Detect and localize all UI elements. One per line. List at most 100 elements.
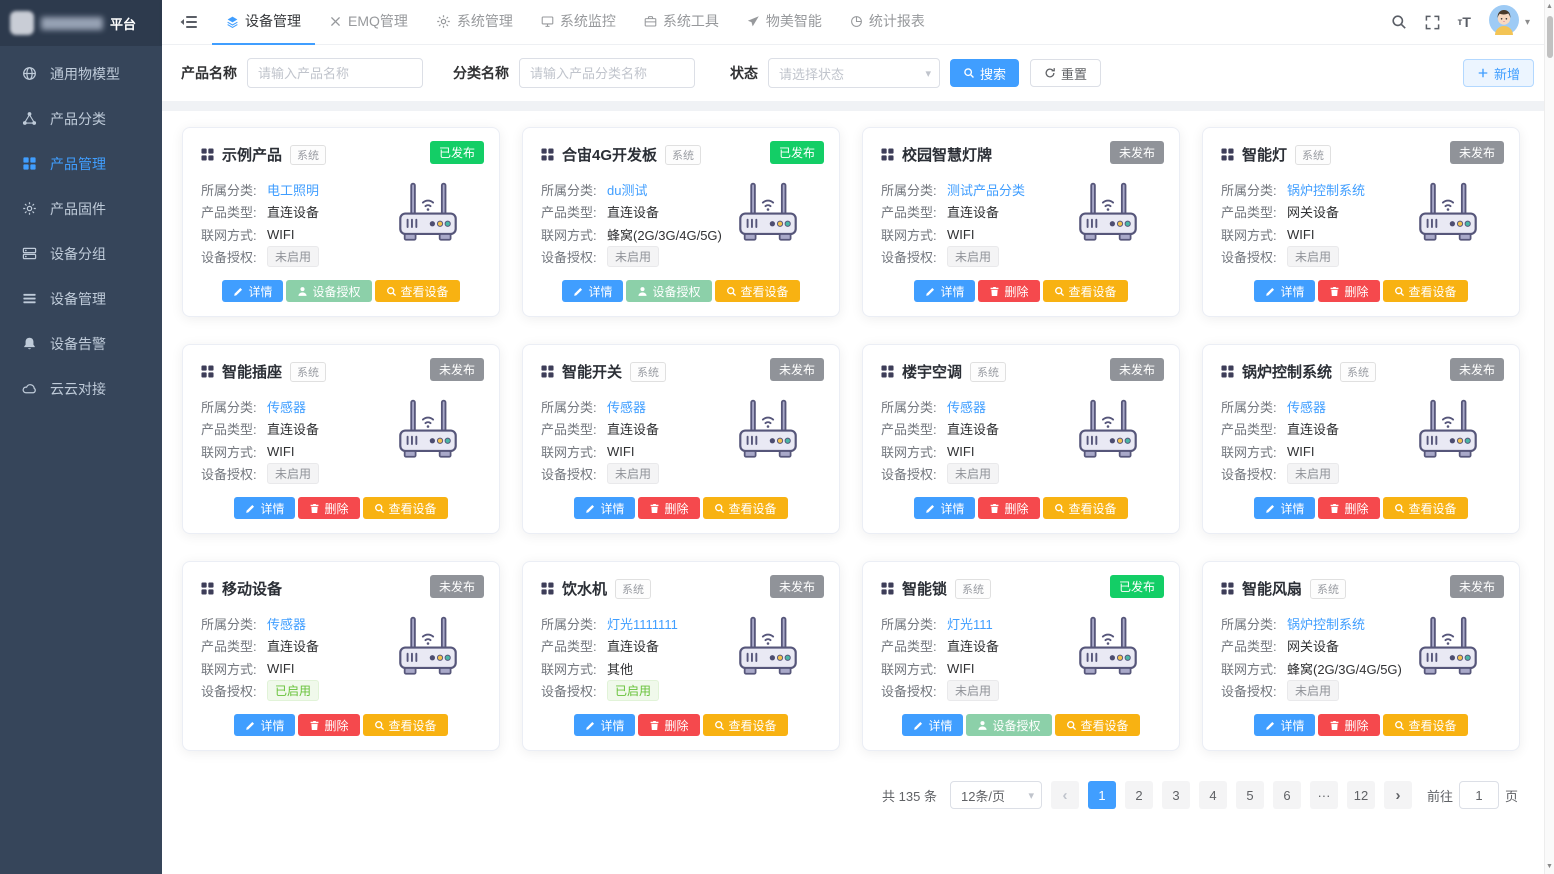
- page-button-1[interactable]: 1: [1088, 781, 1116, 809]
- view-devices-button[interactable]: 查看设备: [375, 280, 460, 302]
- tab-6[interactable]: 统计报表: [836, 0, 939, 45]
- view-devices-button[interactable]: 查看设备: [1043, 497, 1128, 519]
- detail-button[interactable]: 详情: [1254, 714, 1315, 736]
- search-button[interactable]: 搜索: [950, 59, 1019, 87]
- delete-button[interactable]: 删除: [638, 714, 699, 736]
- fullscreen-icon[interactable]: [1425, 15, 1440, 30]
- tab-0[interactable]: 设备管理: [212, 0, 315, 45]
- detail-button[interactable]: 详情: [234, 497, 295, 519]
- sidebar-item-3[interactable]: 产品固件: [0, 186, 162, 231]
- auth-tag: 未启用: [1287, 246, 1339, 267]
- detail-button[interactable]: 详情: [574, 714, 635, 736]
- window-scrollbar[interactable]: ▲ ▼: [1544, 0, 1554, 874]
- page-jump-input[interactable]: [1459, 781, 1499, 809]
- category-link[interactable]: 锅炉控制系统: [1287, 614, 1365, 633]
- device-auth-button[interactable]: 设备授权: [626, 280, 711, 302]
- category-link[interactable]: 灯光1111111: [607, 614, 678, 633]
- tab-3[interactable]: 系统监控: [527, 0, 630, 45]
- category-link[interactable]: 传感器: [947, 397, 986, 416]
- detail-button[interactable]: 详情: [234, 714, 295, 736]
- view-devices-button[interactable]: 查看设备: [703, 497, 788, 519]
- delete-button[interactable]: 删除: [638, 497, 699, 519]
- page-button-5[interactable]: 5: [1236, 781, 1264, 809]
- collapse-sidebar-icon[interactable]: [162, 14, 212, 30]
- prev-page-button[interactable]: ‹: [1051, 781, 1079, 809]
- scrollbar-thumb[interactable]: [1547, 16, 1553, 58]
- category-name-input[interactable]: [519, 58, 695, 88]
- device-auth-button[interactable]: 设备授权: [966, 714, 1051, 736]
- sidebar-item-6[interactable]: 设备告警: [0, 321, 162, 366]
- product-card: 移动设备 未发布 所属分类:传感器 产品类型:直连设备 联网方式:WIFI 设备…: [182, 561, 500, 751]
- sidebar-item-5[interactable]: 设备管理: [0, 276, 162, 321]
- category-label: 所属分类:: [541, 180, 607, 199]
- detail-button[interactable]: 详情: [574, 497, 635, 519]
- view-devices-button[interactable]: 查看设备: [363, 714, 448, 736]
- auth-label: 设备授权:: [541, 681, 607, 700]
- view-devices-button[interactable]: 查看设备: [703, 714, 788, 736]
- page-size-select[interactable]: 12条/页 ▾: [950, 781, 1042, 809]
- detail-button[interactable]: 详情: [914, 497, 975, 519]
- page-button-2[interactable]: 2: [1125, 781, 1153, 809]
- view-devices-button[interactable]: 查看设备: [1383, 497, 1468, 519]
- tab-4[interactable]: 系统工具: [630, 0, 733, 45]
- detail-button[interactable]: 详情: [914, 280, 975, 302]
- detail-button[interactable]: 详情: [1254, 280, 1315, 302]
- font-size-icon[interactable]: тT: [1458, 14, 1471, 30]
- auth-label: 设备授权:: [541, 247, 607, 266]
- user-menu[interactable]: ▾: [1489, 5, 1530, 40]
- page-button-6[interactable]: 6: [1273, 781, 1301, 809]
- sidebar-item-4[interactable]: 设备分组: [0, 231, 162, 276]
- scroll-down-icon[interactable]: ▼: [1546, 860, 1553, 874]
- next-page-button[interactable]: ›: [1384, 781, 1412, 809]
- page-button-4[interactable]: 4: [1199, 781, 1227, 809]
- delete-button[interactable]: 删除: [978, 497, 1039, 519]
- view-devices-button[interactable]: 查看设备: [1043, 280, 1128, 302]
- delete-button[interactable]: 删除: [978, 280, 1039, 302]
- category-link[interactable]: 传感器: [267, 614, 306, 633]
- category-link[interactable]: 测试产品分类: [947, 180, 1025, 199]
- category-link[interactable]: 传感器: [607, 397, 646, 416]
- status-select[interactable]: 请选择状态 ▾: [768, 58, 940, 88]
- add-button[interactable]: 新增: [1463, 59, 1534, 87]
- view-devices-button[interactable]: 查看设备: [363, 497, 448, 519]
- view-devices-button[interactable]: 查看设备: [1383, 280, 1468, 302]
- sidebar-item-7[interactable]: 云云对接: [0, 366, 162, 411]
- product-name-input[interactable]: [247, 58, 423, 88]
- delete-button[interactable]: 删除: [298, 497, 359, 519]
- category-link[interactable]: 电工照明: [267, 180, 319, 199]
- delete-button[interactable]: 删除: [1318, 714, 1379, 736]
- view-devices-button[interactable]: 查看设备: [1055, 714, 1140, 736]
- status-badge: 未发布: [1450, 141, 1504, 164]
- detail-button[interactable]: 详情: [902, 714, 963, 736]
- delete-button[interactable]: 删除: [1318, 497, 1379, 519]
- category-link[interactable]: 传感器: [267, 397, 306, 416]
- view-devices-button[interactable]: 查看设备: [715, 280, 800, 302]
- page-button-12[interactable]: 12: [1347, 781, 1375, 809]
- view-devices-button[interactable]: 查看设备: [1383, 714, 1468, 736]
- category-link[interactable]: du测试: [607, 180, 647, 199]
- page-button-3[interactable]: 3: [1162, 781, 1190, 809]
- detail-button[interactable]: 详情: [1254, 497, 1315, 519]
- category-link[interactable]: 锅炉控制系统: [1287, 180, 1365, 199]
- detail-button[interactable]: 详情: [222, 280, 283, 302]
- sidebar-item-1[interactable]: 产品分类: [0, 96, 162, 141]
- sidebar-item-0[interactable]: 通用物模型: [0, 51, 162, 96]
- detail-button[interactable]: 详情: [562, 280, 623, 302]
- scroll-up-icon[interactable]: ▲: [1546, 0, 1553, 14]
- more-pages-button[interactable]: ···: [1310, 781, 1338, 809]
- tab-5[interactable]: 物美智能: [733, 0, 836, 45]
- card-actions: 详情删除查看设备: [523, 497, 839, 519]
- delete-button[interactable]: 删除: [1318, 280, 1379, 302]
- avatar[interactable]: [1489, 5, 1519, 40]
- device-auth-button[interactable]: 设备授权: [286, 280, 371, 302]
- category-link[interactable]: 传感器: [1287, 397, 1326, 416]
- page-jump: 前往 页: [1427, 781, 1518, 809]
- delete-button[interactable]: 删除: [298, 714, 359, 736]
- tab-2[interactable]: 系统管理: [422, 0, 527, 45]
- category-link[interactable]: 灯光111: [947, 614, 993, 633]
- sidebar-item-2[interactable]: 产品管理: [0, 141, 162, 186]
- type-label: 产品类型:: [881, 636, 947, 655]
- reset-button[interactable]: 重置: [1030, 59, 1101, 87]
- search-icon[interactable]: [1391, 14, 1407, 30]
- tab-1[interactable]: EMQ管理: [315, 0, 422, 45]
